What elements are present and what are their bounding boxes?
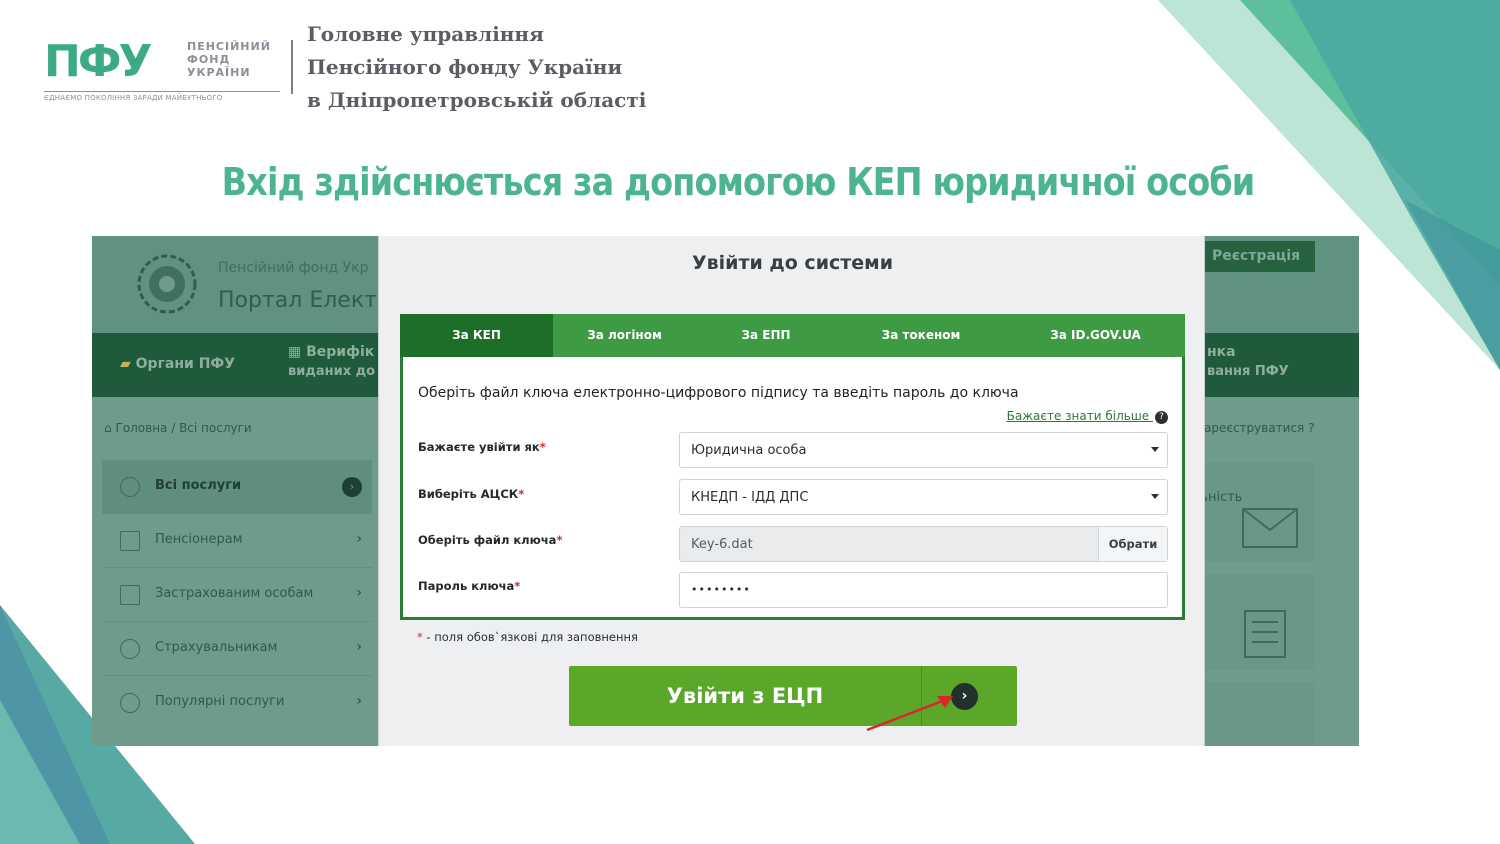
nav-item-verification[interactable]: ▦ Верифік виданих до <box>288 344 375 379</box>
required-fields-note: * - поля обов`язкові для заповнення <box>417 630 638 644</box>
tab-login[interactable]: За логіном <box>553 314 696 357</box>
sidebar-item-label: Застрахованим особам <box>155 586 314 601</box>
nav-item-verification-sublabel: виданих до <box>288 364 376 379</box>
help-icon: ? <box>1155 411 1168 424</box>
acsk-select[interactable]: КНЕДП - ІДД ДПС <box>679 479 1168 515</box>
pfu-logo-word-2: ФОНД <box>187 53 231 66</box>
envelope-icon <box>120 531 140 551</box>
required-asterisk: * <box>518 487 525 501</box>
login-as-label-text: Бажаєте увійти як <box>418 440 540 454</box>
acsk-label: Виберіть АЦСК* <box>418 487 524 501</box>
organization-title-line-3: в Дніпропетровській області <box>307 88 647 112</box>
nav-item-verification-label: Верифік <box>306 344 375 360</box>
login-as-value: Юридична особа <box>691 443 807 458</box>
register-hint-text: ареєструватися <box>1204 421 1305 435</box>
home-icon: ⌂ <box>104 421 112 435</box>
document-icon <box>120 585 140 605</box>
caret-down-icon <box>1151 447 1159 452</box>
organization-title-line-1: Головне управління <box>307 22 544 46</box>
nav-item-right-label: нка <box>1207 344 1236 360</box>
required-note-text: - поля обов`язкові для заповнення <box>426 630 638 644</box>
chevron-right-icon: › <box>356 531 362 547</box>
service-card[interactable] <box>1187 682 1315 746</box>
qr-code-icon: ▦ <box>288 344 302 360</box>
sidebar-item-insurers[interactable]: Страхувальникам › <box>102 622 372 676</box>
chevron-right-icon: › <box>356 585 362 601</box>
organization-title: Головне управління Пенсійного фонду Укра… <box>307 18 646 117</box>
login-as-label: Бажаєте увійти як* <box>418 440 546 454</box>
help-icon: ? <box>1308 421 1315 435</box>
sidebar-item-label: Популярні послуги <box>155 694 285 709</box>
sidebar-item-popular[interactable]: Популярні послуги › <box>102 676 372 730</box>
tab-token[interactable]: За токеном <box>836 314 1006 357</box>
organization-title-line-2: Пенсійного фонду України <box>307 55 623 79</box>
browse-key-button[interactable]: Обрати <box>1098 527 1167 561</box>
star-icon <box>120 693 140 713</box>
tab-kep[interactable]: За КЕП <box>400 314 553 357</box>
register-hint-link[interactable]: ареєструватися ? <box>1204 421 1314 435</box>
chevron-right-icon: › <box>356 693 362 709</box>
key-file-value: Key-6.dat <box>691 537 753 552</box>
services-sidebar: Всі послуги › Пенсіонерам › Застраховани… <box>102 460 372 730</box>
pfu-logo-mark: ПФУ <box>44 36 152 87</box>
pfu-emblem-icon <box>137 254 197 314</box>
password-label-text: Пароль ключа <box>418 579 515 593</box>
form-intro: Оберіть файл ключа електронно-цифрового … <box>418 385 1019 401</box>
pfu-logo-word-1: ПЕНСІЙНИЙ <box>187 40 271 53</box>
key-file-input[interactable]: Key-6.dat Обрати <box>679 526 1168 562</box>
key-file-label: Оберіть файл ключа* <box>418 533 562 547</box>
pfu-logo-word-3: УКРАЇНИ <box>187 66 251 79</box>
login-method-tabs: За КЕП За логіном За ЕПП За токеном За I… <box>400 314 1185 357</box>
red-pointer-arrow-icon <box>866 696 953 732</box>
key-file-label-text: Оберіть файл ключа <box>418 533 557 547</box>
tab-id-gov-ua[interactable]: За ID.GOV.UA <box>1006 314 1185 357</box>
envelope-icon <box>1242 508 1298 548</box>
pfu-logo: ПФУ ПЕНСІЙНИЙ ФОНД УКРАЇНИ ЄДНАЄМО ПОКОЛ… <box>44 38 284 104</box>
nav-item-pfu-bodies[interactable]: ▰ Органи ПФУ <box>120 356 235 372</box>
list-icon <box>120 477 140 497</box>
breadcrumb-text: Головна / Всі послуги <box>115 421 252 435</box>
acsk-value: КНЕДП - ІДД ДПС <box>691 490 809 505</box>
info-icon <box>120 639 140 659</box>
required-asterisk: * <box>539 440 546 454</box>
pfu-logo-words: ПЕНСІЙНИЙ ФОНД УКРАЇНИ <box>187 40 271 79</box>
portal-site-name: Пенсійний фонд Укр <box>218 260 369 276</box>
nav-item-pfu-bodies-label: Органи ПФУ <box>135 356 236 372</box>
ukraine-map-icon: ▰ <box>120 356 131 372</box>
sidebar-item-label: Страхувальникам <box>155 640 278 655</box>
sidebar-item-label: Всі послуги <box>155 478 242 493</box>
learn-more-text: Бажаєте знати більше <box>1006 409 1150 423</box>
password-label: Пароль ключа* <box>418 579 520 593</box>
required-asterisk: * <box>417 630 423 644</box>
chevron-right-icon: › <box>342 477 362 497</box>
header-divider <box>291 40 293 94</box>
modal-title: Увійти до системи <box>691 252 894 274</box>
nav-item-right-sublabel: вання ПФУ <box>1207 364 1289 379</box>
required-asterisk: * <box>514 579 521 593</box>
login-modal: Увійти до системи За КЕП За логіном За Е… <box>378 236 1205 746</box>
password-input[interactable]: •••••••• <box>679 572 1168 608</box>
breadcrumb[interactable]: ⌂ Головна / Всі послуги <box>104 421 252 435</box>
kep-form-panel: Оберіть файл ключа електронно-цифрового … <box>400 357 1185 620</box>
sidebar-item-insured[interactable]: Застрахованим особам › <box>102 568 372 622</box>
document-icon <box>1244 610 1286 658</box>
login-as-select[interactable]: Юридична особа <box>679 432 1168 468</box>
portal-screenshot: Пенсійний фонд Укр Портал Електр Реєстра… <box>92 236 1359 746</box>
chevron-right-icon: › <box>356 639 362 655</box>
pfu-logo-tagline: ЄДНАЄМО ПОКОЛІННЯ ЗАРАДИ МАЙБУТНЬОГО <box>44 91 280 102</box>
portal-site-subtitle: Портал Електр <box>218 288 391 313</box>
acsk-label-text: Виберіть АЦСК <box>418 487 519 501</box>
nav-item-right[interactable]: нка вання ПФУ <box>1207 344 1289 379</box>
caret-down-icon <box>1151 494 1159 499</box>
register-button[interactable]: Реєстрація <box>1200 241 1315 272</box>
sidebar-item-all-services[interactable]: Всі послуги › <box>102 460 372 514</box>
sidebar-item-label: Пенсіонерам <box>155 532 243 547</box>
learn-more-link[interactable]: Бажаєте знати більше ? <box>1007 409 1168 424</box>
sidebar-item-pensioners[interactable]: Пенсіонерам › <box>102 514 372 568</box>
tab-epp[interactable]: За ЕПП <box>696 314 836 357</box>
slide-title: Вхід здійснюється за допомогою КЕП юриди… <box>221 160 1256 204</box>
required-asterisk: * <box>556 533 563 547</box>
